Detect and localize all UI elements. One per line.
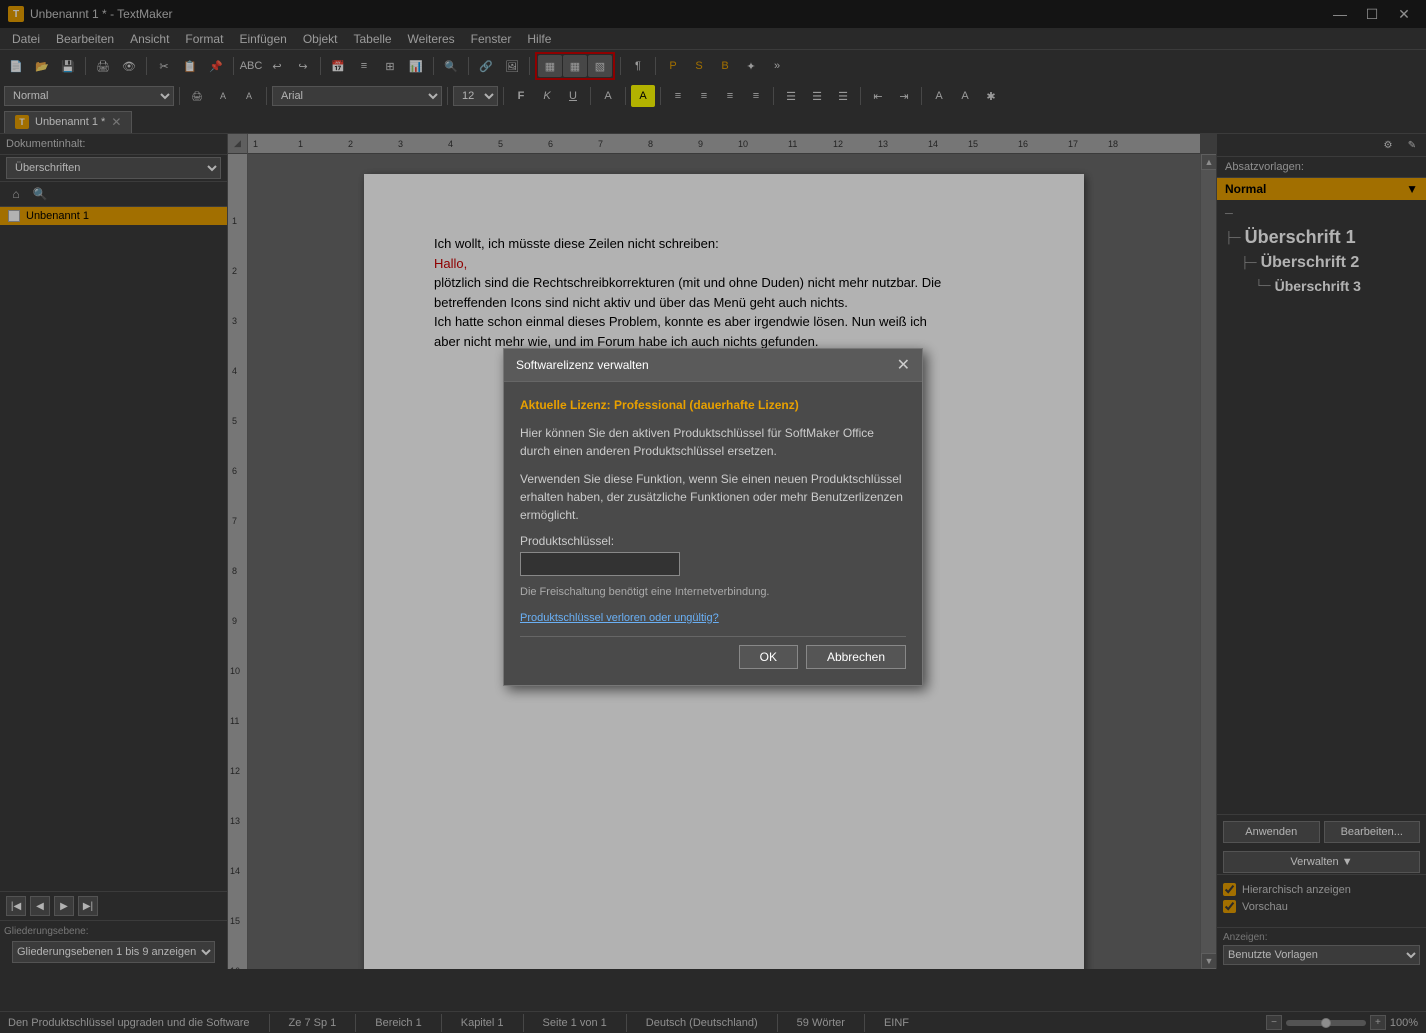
software-license-dialog: Softwarelizenz verwalten ✕ Aktuelle Lize… [503, 348, 923, 686]
dialog-buttons: OK Abbrechen [520, 636, 906, 669]
dialog-close-button[interactable]: ✕ [897, 355, 910, 375]
dialog-title-bar: Softwarelizenz verwalten ✕ [504, 349, 922, 382]
dialog-desc1: Hier können Sie den aktiven Produktschlü… [520, 424, 906, 460]
dialog-field-label: Produktschlüssel: [520, 534, 906, 548]
dialog-cancel-button[interactable]: Abbrechen [806, 645, 906, 669]
dialog-title-text: Softwarelizenz verwalten [516, 358, 649, 372]
dialog-desc2: Verwenden Sie diese Funktion, wenn Sie e… [520, 470, 906, 524]
dialog-lost-key-link[interactable]: Produktschlüssel verloren oder ungültig? [520, 612, 719, 624]
dialog-body: Aktuelle Lizenz: Professional (dauerhaft… [504, 382, 922, 685]
dialog-overlay: Softwarelizenz verwalten ✕ Aktuelle Lize… [0, 0, 1426, 1033]
dialog-ok-button[interactable]: OK [739, 645, 798, 669]
dialog-note: Die Freischaltung benötigt eine Internet… [520, 586, 906, 598]
product-key-input[interactable] [520, 552, 680, 576]
dialog-license-info: Aktuelle Lizenz: Professional (dauerhaft… [520, 398, 906, 412]
